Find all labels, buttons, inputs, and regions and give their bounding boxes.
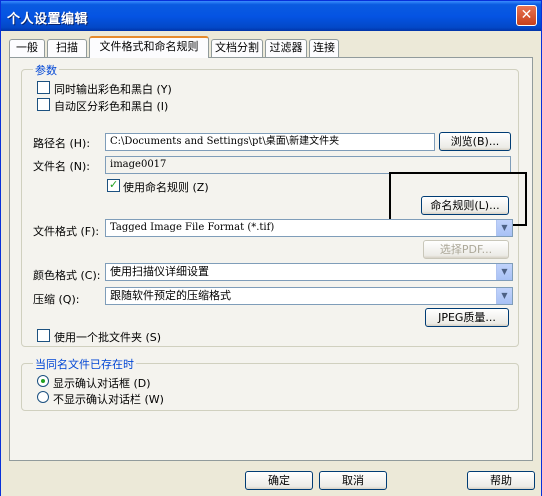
file-format-label: 文件格式 (F): xyxy=(33,225,100,238)
chevron-down-icon[interactable]: ▼ xyxy=(496,264,512,280)
chevron-down-icon[interactable]: ▼ xyxy=(496,220,512,236)
no-confirm-label: 不显示确认对话栏 (W) xyxy=(53,393,164,406)
compression-select[interactable]: 跟随软件预定的压缩格式 ▼ xyxy=(105,287,513,305)
naming-rule-checkbox[interactable] xyxy=(107,178,120,192)
tab-connect[interactable]: 连接 xyxy=(309,39,339,57)
tab-document-split[interactable]: 文档分割 xyxy=(211,39,263,57)
file-exists-legend: 当同名文件已存在时 xyxy=(33,356,136,372)
no-confirm-radio[interactable] xyxy=(37,391,49,403)
tab-file-format[interactable]: 文件格式和命名规则 xyxy=(89,36,209,58)
tab-scan[interactable]: 扫描 xyxy=(47,39,87,57)
color-bw-checkbox[interactable] xyxy=(37,81,50,94)
show-confirm-label: 显示确认对话框 (D) xyxy=(53,377,151,390)
color-format-select[interactable]: 使用扫描仪详细设置 ▼ xyxy=(105,263,513,281)
path-input[interactable]: C:\Documents and Settings\pt\桌面\新建文件夹 xyxy=(105,133,435,151)
naming-rule-label: 使用命名规则 (Z) xyxy=(123,181,209,194)
title-bar[interactable]: 个人设置编辑 ✕ xyxy=(1,1,541,31)
tab-filter[interactable]: 过滤器 xyxy=(265,39,307,57)
tab-general[interactable]: 一般 xyxy=(9,39,45,57)
jpeg-quality-button[interactable]: JPEG质量... xyxy=(425,308,509,327)
auto-color-bw-label: 自动区分彩色和黑白 (I) xyxy=(54,100,169,113)
close-button[interactable]: ✕ xyxy=(516,5,537,26)
window-title: 个人设置编辑 xyxy=(7,12,89,27)
color-format-label: 颜色格式 (C): xyxy=(33,269,101,282)
color-format-value: 使用扫描仪详细设置 xyxy=(110,265,209,278)
color-bw-label: 同时输出彩色和黑白 (Y) xyxy=(54,83,172,96)
auto-color-bw-checkbox[interactable] xyxy=(37,98,50,111)
help-button[interactable]: 帮助 xyxy=(467,471,535,490)
chevron-down-icon[interactable]: ▼ xyxy=(496,288,512,304)
dialog-window: 个人设置编辑 ✕ 一般 扫描 文件格式和命名规则 文档分割 过滤器 连接 参数 … xyxy=(0,0,542,496)
file-format-value: Tagged Image File Format (*.tif) xyxy=(110,222,275,233)
filename-label: 文件名 (N): xyxy=(33,160,91,173)
ok-button[interactable]: 确定 xyxy=(245,471,313,490)
browse-button[interactable]: 浏览(B)... xyxy=(439,132,511,151)
cancel-button[interactable]: 取消 xyxy=(319,471,387,490)
file-format-select[interactable]: Tagged Image File Format (*.tif) ▼ xyxy=(105,219,513,237)
compression-label: 压缩 (Q): xyxy=(33,293,80,306)
batch-folder-checkbox[interactable] xyxy=(37,329,50,342)
compression-value: 跟随软件预定的压缩格式 xyxy=(110,289,231,302)
show-confirm-radio[interactable] xyxy=(37,375,49,387)
naming-rule-button[interactable]: 命名规则(L)... xyxy=(421,196,509,215)
batch-folder-label: 使用一个批文件夹 (S) xyxy=(54,331,162,344)
params-legend: 参数 xyxy=(33,62,59,78)
select-pdf-button[interactable]: 选择PDF... xyxy=(423,240,509,259)
path-label: 路径名 (H): xyxy=(33,137,91,150)
close-icon: ✕ xyxy=(520,7,533,23)
